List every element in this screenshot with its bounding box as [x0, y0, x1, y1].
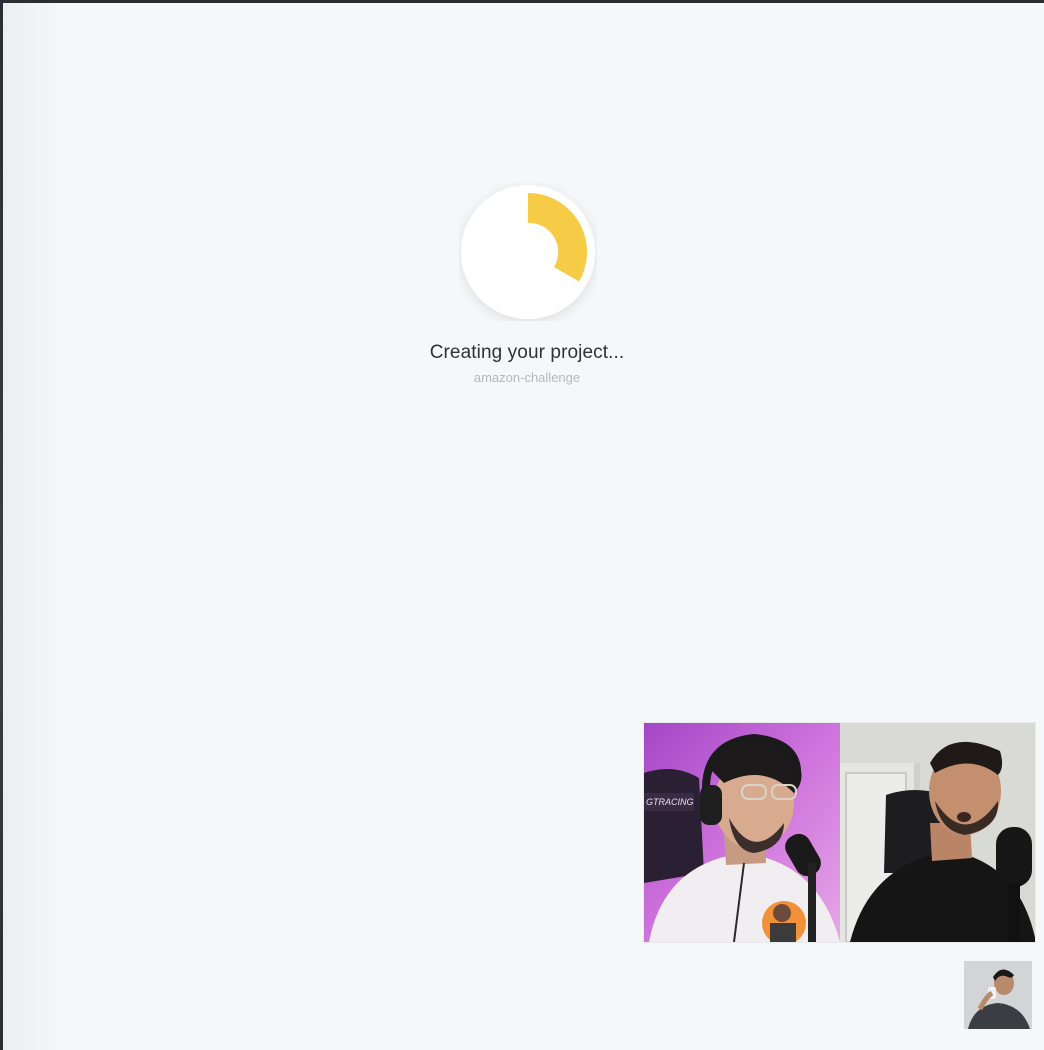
window-top-edge: [0, 0, 1044, 3]
participant-video-left: GTRACING: [644, 723, 840, 942]
project-name: amazon-challenge: [473, 370, 581, 385]
self-view-thumbnail[interactable]: [964, 961, 1032, 1029]
video-call-overlay: GTRACING: [644, 723, 1035, 942]
status-title: Creating your project...: [429, 342, 625, 363]
left-shadow: [3, 3, 63, 1050]
spinner-graphic: [461, 185, 595, 319]
loading-spinner: [459, 183, 597, 321]
chair-brand-text: GTRACING: [646, 797, 694, 807]
participant-video-right: [839, 723, 1035, 942]
